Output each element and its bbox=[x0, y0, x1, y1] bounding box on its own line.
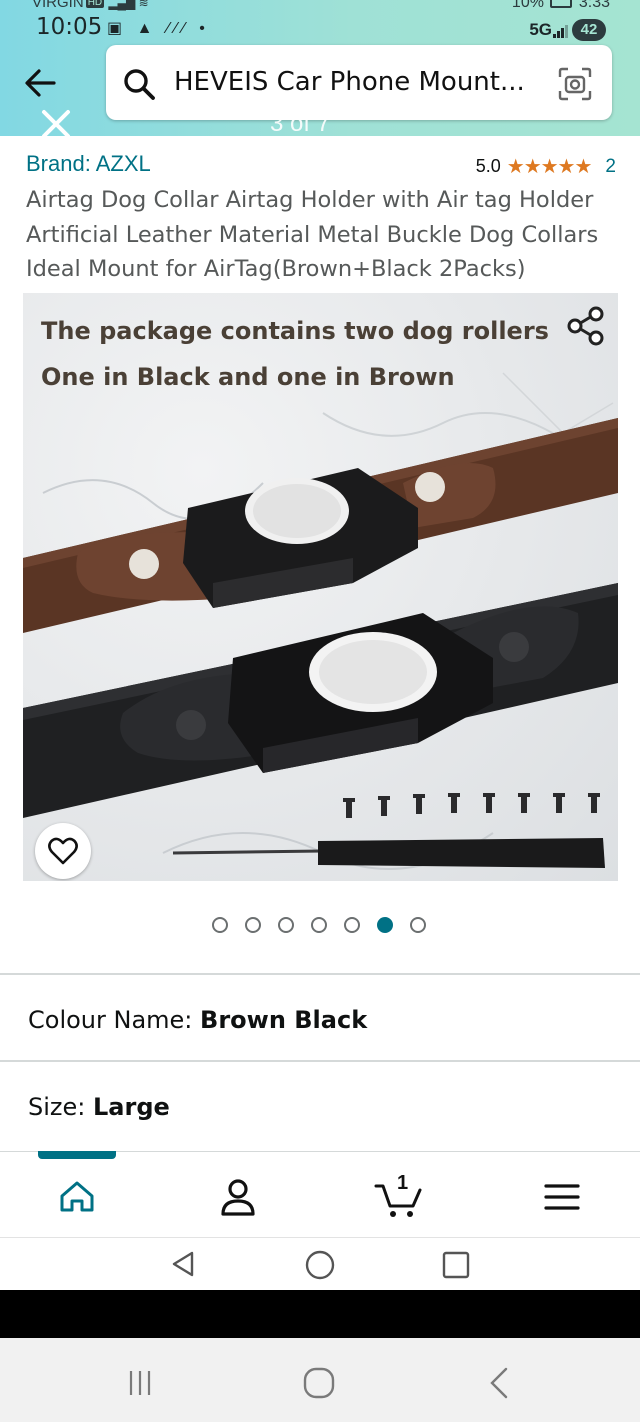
battery-icon bbox=[550, 0, 573, 8]
cell-signal-icon bbox=[553, 22, 568, 38]
battery-status: 10% 3:33 bbox=[512, 0, 610, 12]
search-query[interactable]: HEVEIS Car Phone Mount... bbox=[174, 67, 525, 97]
share-icon bbox=[567, 306, 604, 346]
nav-cart[interactable]: 1 bbox=[373, 1172, 429, 1222]
notification-count-badge: 42 bbox=[572, 19, 606, 41]
menu-icon bbox=[544, 1184, 580, 1210]
search-icon bbox=[124, 69, 155, 100]
back-arrow-icon bbox=[25, 69, 56, 97]
status-time: 10:05 bbox=[36, 14, 103, 40]
recents-square-icon[interactable] bbox=[441, 1250, 471, 1280]
image-counter: 3 of 7 bbox=[270, 110, 331, 136]
carousel-dot[interactable] bbox=[212, 917, 228, 933]
size-label: Size: bbox=[28, 1093, 86, 1121]
back-chevron-icon[interactable] bbox=[484, 1366, 514, 1400]
carousel-dots bbox=[212, 917, 426, 933]
account-icon bbox=[221, 1179, 255, 1216]
carousel-dot[interactable] bbox=[245, 917, 261, 933]
hd-badge: HD bbox=[85, 0, 105, 8]
heart-icon bbox=[48, 837, 78, 865]
colour-variation[interactable]: Colour Name: Brown Black bbox=[28, 1006, 367, 1034]
wishlist-button[interactable] bbox=[35, 823, 91, 879]
cart-count: 1 bbox=[397, 1172, 409, 1194]
signal-wifi-icon: ▂▄▆ ≋ bbox=[108, 0, 149, 10]
rating-value: 5.0 bbox=[475, 156, 501, 176]
home-button-icon[interactable] bbox=[302, 1366, 336, 1400]
nav-home[interactable] bbox=[52, 1172, 102, 1222]
star-rating-icon: ★★★★★ bbox=[506, 156, 593, 178]
back-triangle-icon[interactable] bbox=[168, 1249, 198, 1279]
app-header: VIRGIN HD ▂▄▆ ≋ 10:05 ▣ ▲ ⁄⁄⁄ • 10% 3:33 … bbox=[0, 0, 640, 136]
camera-search-icon[interactable] bbox=[556, 65, 594, 103]
active-tab-indicator bbox=[38, 1151, 116, 1159]
share-button[interactable] bbox=[564, 303, 610, 349]
back-button[interactable] bbox=[20, 62, 62, 104]
product-image[interactable]: The package contains two dog rollers One… bbox=[23, 293, 618, 881]
bottom-navigation: 1 bbox=[0, 1151, 640, 1237]
product-title: Airtag Dog Collar Airtag Holder with Air… bbox=[26, 187, 599, 282]
recent-apps-icon[interactable] bbox=[125, 1368, 155, 1398]
carrier-label: VIRGIN HD ▂▄▆ ≋ bbox=[32, 0, 149, 11]
colour-label: Colour Name: bbox=[28, 1006, 193, 1034]
image-caption-line1: The package contains two dog rollers bbox=[41, 317, 549, 345]
screen-gap bbox=[0, 1290, 640, 1338]
app-navigation-bar bbox=[0, 1237, 640, 1290]
system-navigation-bar bbox=[0, 1338, 640, 1422]
carousel-dot[interactable] bbox=[278, 917, 294, 933]
notification-icons: ▣ ▲ ⁄⁄⁄ • bbox=[107, 20, 210, 37]
size-variation[interactable]: Size: Large bbox=[28, 1093, 170, 1121]
home-circle-icon[interactable] bbox=[304, 1249, 336, 1281]
search-bar[interactable]: HEVEIS Car Phone Mount... bbox=[106, 45, 612, 120]
carousel-dot[interactable] bbox=[344, 917, 360, 933]
close-icon[interactable] bbox=[40, 108, 72, 136]
colour-value: Brown Black bbox=[200, 1006, 368, 1034]
carousel-dot[interactable] bbox=[311, 917, 327, 933]
image-caption-line2: One in Black and one in Brown bbox=[41, 363, 455, 391]
nav-account[interactable] bbox=[213, 1172, 263, 1222]
size-value: Large bbox=[93, 1093, 170, 1121]
carousel-dot[interactable] bbox=[377, 917, 393, 933]
brand-link[interactable]: Brand: AZXL bbox=[26, 151, 151, 177]
home-icon bbox=[60, 1181, 94, 1212]
rating-count: 2 bbox=[605, 155, 616, 177]
divider bbox=[0, 1060, 640, 1062]
network-type: 5G bbox=[529, 20, 552, 39]
carousel-dot[interactable] bbox=[410, 917, 426, 933]
divider bbox=[0, 973, 640, 975]
nav-menu[interactable] bbox=[537, 1172, 587, 1222]
rating-summary[interactable]: 5.0 ★★★★★ 2 bbox=[476, 154, 616, 179]
